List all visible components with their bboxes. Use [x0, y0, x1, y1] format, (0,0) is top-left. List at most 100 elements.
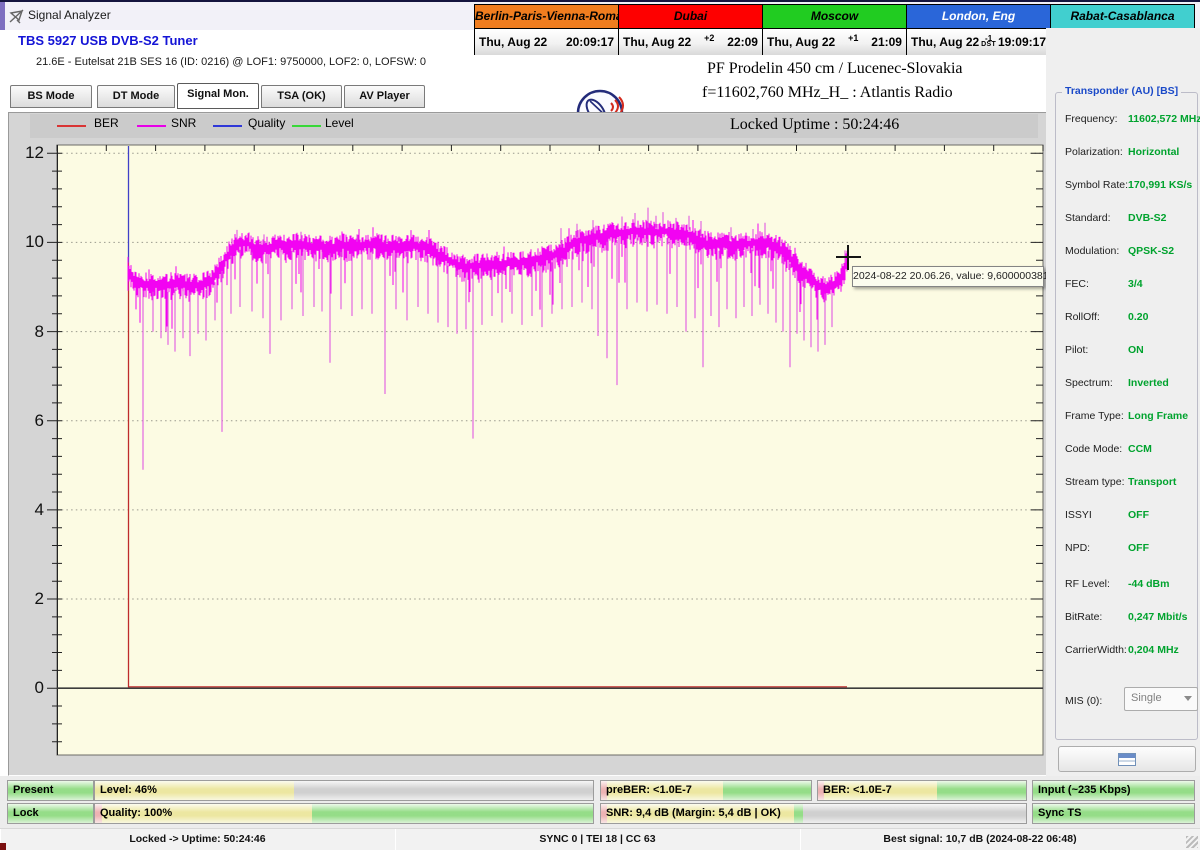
transponder-field-value: ON: [1128, 344, 1144, 356]
ber-meter-label: BER: <1.0E-7: [823, 784, 892, 796]
resize-grip[interactable]: [1186, 836, 1198, 848]
transponder-field-value: OFF: [1128, 542, 1149, 554]
clock-time-cell: Thu, Aug 22 -1 DST 19:09:17: [907, 29, 1050, 55]
mis-selected-value: Single: [1131, 692, 1162, 704]
clock-time-cell: Thu, Aug 22 +1 21:09: [763, 29, 906, 55]
status-bar: Locked -> Uptime: 50:24:46 SYNC 0 | TEI …: [0, 828, 1200, 850]
clock-time: 19:09:17: [997, 35, 1046, 49]
statusbar-center-segment: SYNC 0 | TEI 18 | CC 63: [395, 829, 801, 850]
transponder-field-value: 11602,572 MHz: [1128, 113, 1200, 125]
transponder-field-value: 170,991 KS/s: [1128, 179, 1193, 191]
table-icon: [1118, 752, 1136, 766]
syncts-indicator: Sync TS: [1032, 803, 1195, 824]
transponder-field-label: Symbol Rate:: [1065, 179, 1129, 191]
level-meter-label: Level: 46%: [100, 784, 157, 796]
lock-label: Lock: [13, 807, 39, 819]
tab-av-player[interactable]: AV Player: [344, 85, 425, 108]
locked-uptime-text: Locked Uptime : 50:24:46: [730, 116, 900, 133]
transponder-field-label: Modulation:: [1065, 245, 1120, 257]
transponder-field-value: OFF: [1128, 509, 1149, 521]
transponder-field-label: Code Mode:: [1065, 443, 1123, 455]
clock-date: Thu, Aug 22: [911, 35, 980, 49]
clock-time-cell: Thu, Aug 22 +2 22:09: [619, 29, 762, 55]
transponder-field-value: DVB-S2: [1128, 212, 1167, 224]
value-tooltip: 2024-08-22 20.06.26, value: 9,6000003814…: [852, 266, 1078, 287]
transponder-field-label: CarrierWidth:: [1065, 644, 1127, 656]
transponder-title: Transponder (AU) [BS]: [1062, 85, 1182, 97]
ber-legend-label: BER: [94, 116, 119, 130]
transponder-field-label: Frequency:: [1065, 113, 1118, 125]
quality-legend-swatch: [213, 125, 242, 127]
tuner-name: TBS 5927 USB DVB-S2 Tuner: [18, 33, 198, 48]
snr-meter: SNR: 9,4 dB (Margin: 5,4 dB | OK): [600, 803, 1027, 824]
present-indicator: Present: [7, 780, 94, 801]
best-signal-status: Best signal: 10,7 dB (2024-08-22 06:48): [883, 833, 1077, 845]
preber-meter-label: preBER: <1.0E-7: [606, 784, 692, 796]
transponder-field-label: Pilot:: [1065, 344, 1089, 356]
uptime-status: Locked -> Uptime: 50:24:46: [129, 833, 266, 845]
transponder-field-value: 0.20: [1128, 311, 1149, 323]
mis-select[interactable]: Single: [1124, 687, 1198, 711]
transponder-field-label: Polarization:: [1065, 146, 1123, 158]
snr-legend-label: SNR: [171, 116, 197, 130]
signal-plot[interactable]: [40, 140, 1050, 762]
transponder-field-value: 3/4: [1128, 278, 1143, 290]
clock-offset: +1: [848, 33, 859, 43]
transponder-field-value: 0,204 MHz: [1128, 644, 1179, 656]
tab-bs-mode[interactable]: BS Mode: [10, 85, 92, 108]
syncts-label: Sync TS: [1038, 807, 1082, 819]
transponder-field-label: Standard:: [1065, 212, 1111, 224]
site-title: PF Prodelin 450 cm / Lucenec-Slovakia: [707, 60, 963, 77]
preber-meter: preBER: <1.0E-7: [600, 780, 812, 801]
snr-meter-label: SNR: 9,4 dB (Margin: 5,4 dB | OK): [606, 807, 781, 819]
transponder-field-value: CCM: [1128, 443, 1152, 455]
clock-offset: -1 DST: [981, 34, 997, 49]
window-edge-accent: [0, 2, 5, 30]
clock-city: Berlin-Paris-Vienna-Roma: [475, 5, 618, 28]
chart-legend: Locked Uptime : 50:24:46 BER SNR Quality Le…: [30, 114, 1038, 138]
tab-dt-mode[interactable]: DT Mode: [97, 85, 175, 108]
clock-time: 22:09: [727, 35, 758, 49]
sync-status: SYNC 0 | TEI 18 | CC 63: [539, 833, 656, 845]
clock-city: Moscow: [763, 5, 906, 28]
transponder-field-value: Long Frame: [1128, 410, 1189, 422]
transponder-field-label: ISSYI: [1065, 509, 1092, 521]
app-dish-icon: [9, 9, 24, 24]
clock-city: Dubai: [619, 5, 762, 28]
transponder-field-label: Spectrum:: [1065, 377, 1113, 389]
transponder-groupbox: Transponder (AU) [BS] Frequency: 11602,57…: [1055, 85, 1200, 740]
input-indicator: Input (~235 Kbps): [1032, 780, 1195, 801]
ber-legend-swatch: [57, 125, 86, 127]
statusbar-left-segment: Locked -> Uptime: 50:24:46: [0, 829, 396, 850]
clock-city: Rabat-Casablanca: [1051, 5, 1194, 28]
crosshair-v: [847, 245, 849, 270]
transponder-field-value: QPSK-S2: [1128, 245, 1175, 257]
transponder-field-label: Frame Type:: [1065, 410, 1124, 422]
level-legend-swatch: [292, 125, 321, 127]
signal-analyzer-window: Signal Analyzer Berlin-Paris-Vienna-Roma…: [0, 0, 1200, 850]
transponder-field-value: Transport: [1128, 476, 1177, 488]
ber-meter: BER: <1.0E-7: [817, 780, 1027, 801]
chevron-down-icon: [1184, 696, 1192, 701]
transponder-field-value: Inverted: [1128, 377, 1169, 389]
panel-action-button[interactable]: [1058, 746, 1196, 772]
quality-meter: Quality: 100%: [94, 803, 594, 824]
frequency-title: f=11602,760 MHz_H_ : Atlantis Radio: [702, 84, 953, 101]
transponder-field-label: FEC:: [1065, 278, 1089, 290]
transponder-field-value: -44 dBm: [1128, 578, 1170, 590]
tuner-details: 21.6E - Eutelsat 21B SES 16 (ID: 0216) @…: [36, 56, 427, 68]
level-meter: Level: 46%: [94, 780, 594, 801]
clock-time: 20:09:17: [565, 35, 614, 49]
plot-background: [56, 144, 1044, 756]
transponder-field-label: Stream type:: [1065, 476, 1125, 488]
tab-tsa-ok-[interactable]: TSA (OK): [261, 85, 342, 108]
transponder-field-label: BitRate:: [1065, 611, 1103, 623]
quality-legend-label: Quality: [248, 116, 286, 130]
tab-signal-mon-[interactable]: Signal Mon.: [177, 83, 259, 109]
window-title: Signal Analyzer: [28, 8, 111, 22]
mis-label: MIS (0):: [1065, 695, 1103, 707]
clock-city: London, Eng: [907, 5, 1050, 28]
clock-offset: +2: [704, 33, 715, 43]
clock-date: Thu, Aug 22: [623, 35, 692, 49]
clock-time: 21:09: [871, 35, 902, 49]
